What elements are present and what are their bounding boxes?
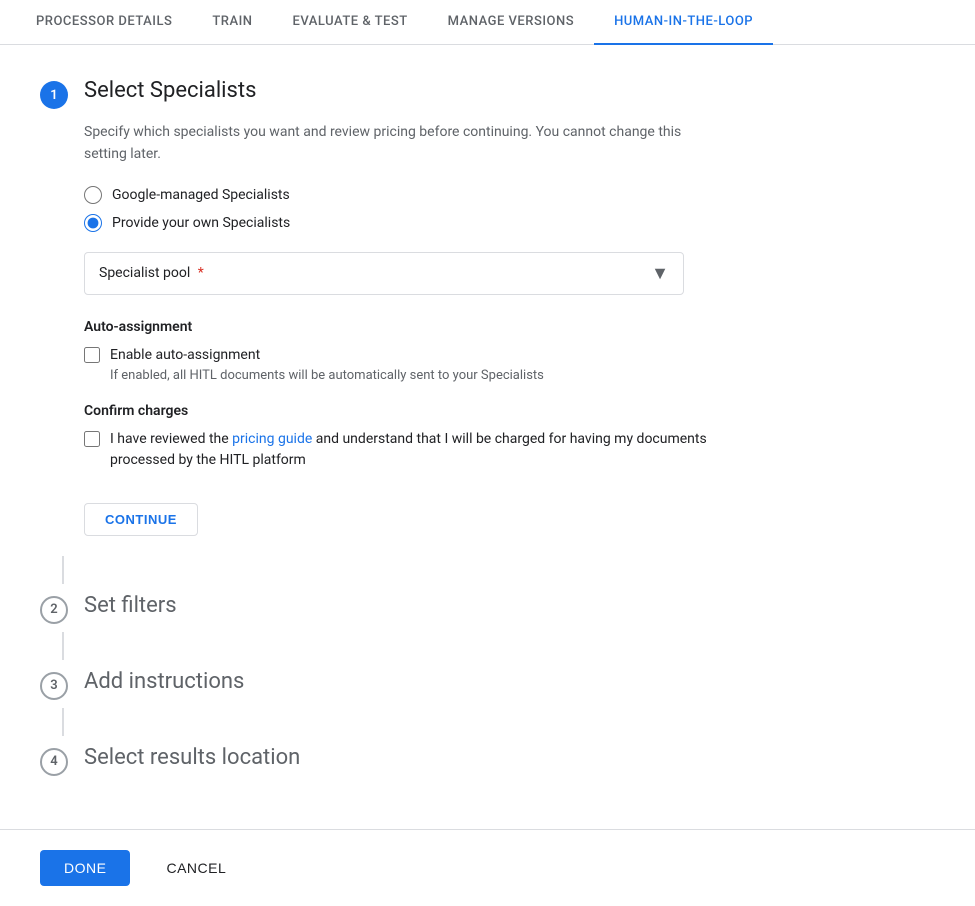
auto-assignment-group: Auto-assignment Enable auto-assignment I… bbox=[84, 319, 760, 383]
step-2-badge: 2 bbox=[40, 596, 68, 624]
auto-assignment-checkbox[interactable] bbox=[84, 347, 100, 363]
tab-train[interactable]: TRAIN bbox=[192, 0, 272, 45]
confirm-charges-checkbox[interactable] bbox=[84, 431, 100, 447]
tab-human-in-the-loop[interactable]: HUMAN-IN-THE-LOOP bbox=[594, 0, 773, 45]
radio-provide-own[interactable]: Provide your own Specialists bbox=[84, 214, 760, 232]
radio-google-managed[interactable]: Google-managed Specialists bbox=[84, 186, 760, 204]
auto-assignment-checkbox-item[interactable]: Enable auto-assignment If enabled, all H… bbox=[84, 345, 760, 383]
step-1-body: Specify which specialists you want and r… bbox=[84, 121, 760, 536]
step-3-badge: 3 bbox=[40, 672, 68, 700]
radio-google-managed-label: Google-managed Specialists bbox=[112, 187, 290, 203]
bottom-buttons: DONE CANCEL bbox=[0, 829, 975, 906]
radio-provide-own-label: Provide your own Specialists bbox=[112, 215, 290, 231]
tab-manage-versions[interactable]: MANAGE VERSIONS bbox=[428, 0, 594, 45]
step-2-title: Set filters bbox=[84, 592, 177, 621]
auto-assignment-text: Enable auto-assignment If enabled, all H… bbox=[110, 345, 544, 383]
specialist-pool-placeholder: Specialist pool * bbox=[99, 265, 204, 281]
confirm-charges-checkbox-item[interactable]: I have reviewed the pricing guide and un… bbox=[84, 429, 760, 471]
connector-3-4 bbox=[62, 708, 64, 736]
step-1: 1 Select Specialists bbox=[40, 77, 760, 109]
step-3-title: Add instructions bbox=[84, 668, 244, 697]
done-button[interactable]: DONE bbox=[40, 850, 130, 886]
nav-tabs: PROCESSOR DETAILS TRAIN EVALUATE & TEST … bbox=[0, 0, 975, 45]
step-4: 4 Select results location bbox=[40, 744, 760, 776]
pricing-guide-link[interactable]: pricing guide bbox=[232, 431, 312, 447]
specialist-pool-wrapper: Specialist pool * ▼ bbox=[84, 252, 760, 295]
specialist-pool-dropdown[interactable]: Specialist pool * ▼ bbox=[84, 252, 684, 295]
auto-assignment-sublabel: If enabled, all HITL documents will be a… bbox=[110, 368, 544, 383]
auto-assignment-label: Auto-assignment bbox=[84, 319, 760, 335]
step-2: 2 Set filters bbox=[40, 592, 760, 624]
auto-assignment-checkbox-label: Enable auto-assignment bbox=[110, 345, 544, 366]
confirm-charges-group: Confirm charges I have reviewed the pric… bbox=[84, 403, 760, 471]
step-4-badge: 4 bbox=[40, 748, 68, 776]
confirm-charges-text-before: I have reviewed the bbox=[110, 431, 232, 447]
connector-1-2 bbox=[62, 556, 64, 584]
cancel-button[interactable]: CANCEL bbox=[142, 850, 250, 886]
tab-evaluate-test[interactable]: EVALUATE & TEST bbox=[273, 0, 428, 45]
dropdown-arrow-icon: ▼ bbox=[651, 263, 669, 284]
step-3: 3 Add instructions bbox=[40, 668, 760, 700]
confirm-charges-label: Confirm charges bbox=[84, 403, 760, 419]
tab-processor-details[interactable]: PROCESSOR DETAILS bbox=[16, 0, 192, 45]
radio-google-managed-input[interactable] bbox=[84, 186, 102, 204]
required-marker: * bbox=[194, 265, 204, 281]
step-1-badge: 1 bbox=[40, 81, 68, 109]
continue-button[interactable]: CONTINUE bbox=[84, 503, 198, 536]
step-1-title: Select Specialists bbox=[84, 77, 256, 106]
step-1-description: Specify which specialists you want and r… bbox=[84, 121, 724, 166]
connector-2-3 bbox=[62, 632, 64, 660]
confirm-charges-text: I have reviewed the pricing guide and un… bbox=[110, 429, 760, 471]
main-content: 1 Select Specialists Specify which speci… bbox=[0, 45, 800, 816]
radio-provide-own-input[interactable] bbox=[84, 214, 102, 232]
step-4-title: Select results location bbox=[84, 744, 300, 773]
specialist-type-radio-group: Google-managed Specialists Provide your … bbox=[84, 186, 760, 232]
